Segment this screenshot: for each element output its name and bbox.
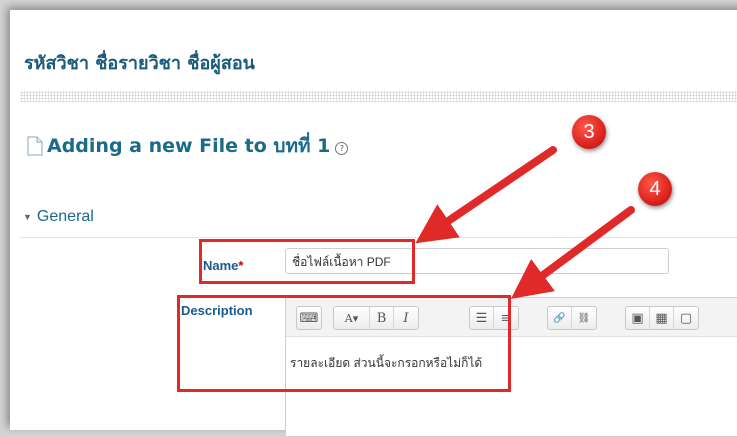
page-heading: Adding a new File to บทที่ 1 ? [27,131,349,161]
help-icon[interactable]: ? [335,141,349,155]
divider-bar [20,91,737,102]
manage-files-button[interactable]: ▢ [674,307,698,329]
insert-image-button[interactable]: ▣ [626,307,650,329]
insert-media-button[interactable]: ▦ [650,307,674,329]
toolbar-group-5: ▣ ▦ ▢ [625,306,699,330]
annotation-box-name [199,239,415,284]
unlink-button[interactable]: ⛓ [572,307,596,329]
section-general-label: General [36,208,94,225]
file-icon [27,136,43,156]
toolbar-group-4: 🔗 ⛓ [547,306,597,330]
page-heading-text: Adding a new File to บทที่ 1 [47,135,331,157]
annotation-box-description [177,295,511,392]
link-button[interactable]: 🔗 [548,307,572,329]
annotation-badge-3: 3 [572,115,606,149]
caret-down-icon: ▼ [23,212,32,222]
annotation-badge-4: 4 [638,172,672,206]
course-title[interactable]: รหัสวิชา ชื่อรายวิชา ชื่อผู้สอน [24,48,255,77]
section-divider [20,237,737,238]
section-general-toggle[interactable]: ▼ General [23,208,94,226]
